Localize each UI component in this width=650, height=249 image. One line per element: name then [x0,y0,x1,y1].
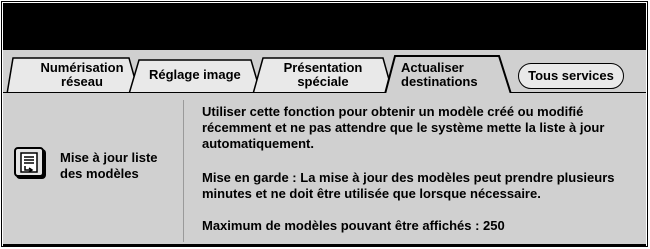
description-text: Utiliser cette fonction pour obtenir un … [202,104,605,151]
tab-presentation-speciale[interactable]: Présentation spéciale [273,61,373,89]
screen: Numérisation réseau Réglage image Présen… [0,0,650,249]
tab-reglage-image[interactable]: Réglage image [149,68,241,82]
panel-divider [183,100,184,242]
max-templates-label: Maximum de modèles pouvant être affichés… [202,218,480,233]
template-list-icon [20,152,38,173]
warning-text: Mise en garde : La mise à jour des modèl… [202,170,615,201]
tab-numerisation-reseau[interactable]: Numérisation réseau [39,61,125,89]
tab-actualiser-destinations[interactable]: Actualiser destinations [401,61,481,89]
all-services-button[interactable]: Tous services [518,63,624,89]
update-templates-button[interactable] [14,147,44,177]
max-templates-value: 250 [483,218,505,233]
message-bar [3,3,646,50]
max-templates-row: Maximum de modèles pouvant être affichés… [202,218,505,234]
feature-label[interactable]: Mise à jour liste des modèles [60,150,175,182]
